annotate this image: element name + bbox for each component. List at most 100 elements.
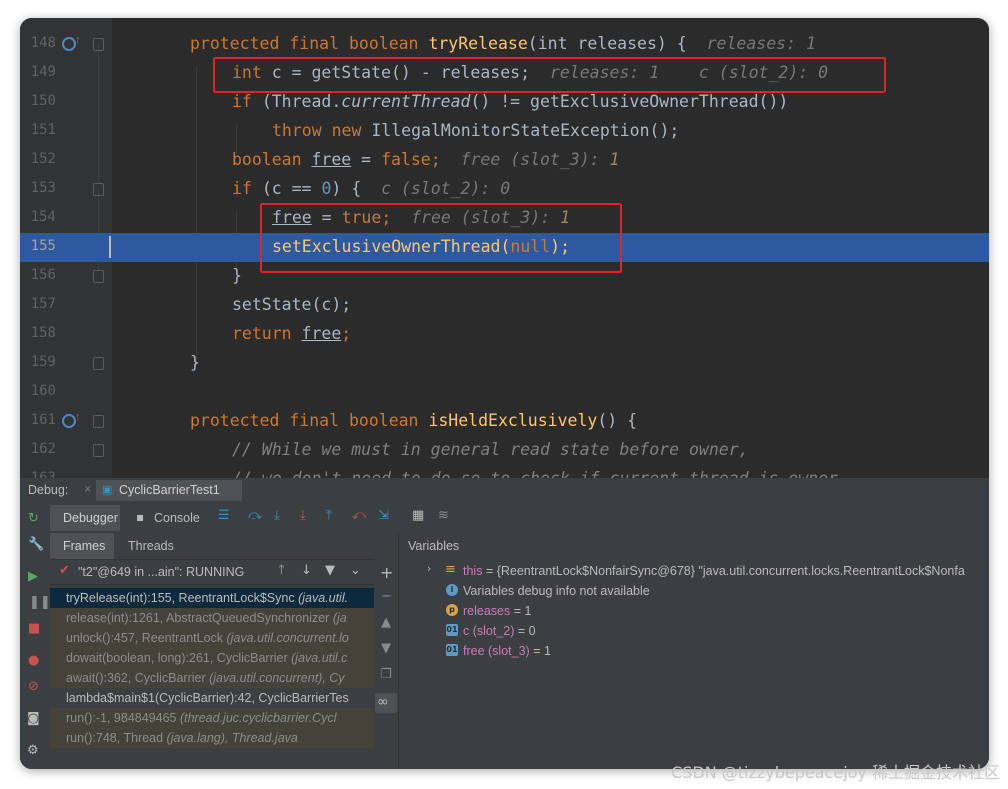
tab-debugger[interactable]: Debugger bbox=[63, 511, 118, 525]
parameter-icon: p bbox=[446, 604, 458, 616]
inline-value-hint: c (slot_2): 0 bbox=[381, 179, 511, 198]
code-line-152[interactable]: 152 boolean free = false; free (slot_3):… bbox=[20, 146, 989, 175]
frame-row[interactable]: run():-1, 984849465 (thread.juc.cyclicba… bbox=[50, 708, 374, 728]
variable-row[interactable]: p releases = 1 bbox=[399, 601, 989, 621]
line-number: 161 bbox=[30, 412, 56, 428]
frame-row[interactable]: run():748, Thread (java.lang), Thread.ja… bbox=[50, 728, 374, 748]
mute-breakpoints-icon[interactable]: ⊘ bbox=[28, 679, 39, 694]
inline-value-hint: free (slot_3): bbox=[460, 150, 610, 169]
variable-row[interactable]: › ≡ this = {ReentrantLock$NonfairSync@67… bbox=[399, 561, 989, 581]
local-variable-icon: 01 bbox=[446, 644, 458, 656]
debug-session-tab[interactable]: CyclicBarrierTest1 bbox=[119, 483, 220, 497]
arrow-up-icon: ↑ bbox=[75, 34, 81, 46]
arrow-up-icon[interactable]: ↑ bbox=[276, 563, 287, 578]
resume-icon[interactable]: ▶ bbox=[28, 569, 38, 584]
debug-side-toolbar: ↻ 🔧 ▶ ❚❚ ■ ● ⊘ ◙ ⚙ bbox=[20, 503, 51, 769]
line-number: 159 bbox=[30, 354, 56, 370]
variable-row[interactable]: 01 c (slot_2) = 0 bbox=[399, 621, 989, 641]
line-number: 156 bbox=[30, 267, 56, 283]
frame-row[interactable]: unlock():457, ReentrantLock (java.util.c… bbox=[50, 628, 374, 648]
step-over-icon[interactable]: ⤼ bbox=[248, 508, 262, 523]
fold-icon[interactable] bbox=[93, 357, 104, 370]
fold-icon[interactable] bbox=[93, 444, 104, 457]
code-line-148[interactable]: 148 ↑ protected final boolean tryRelease… bbox=[20, 30, 989, 59]
force-step-into-icon[interactable]: ⤓ bbox=[300, 508, 306, 523]
code-line-159[interactable]: 159 } bbox=[20, 349, 989, 378]
line-number: 163 bbox=[30, 470, 56, 478]
close-icon[interactable]: × bbox=[84, 482, 91, 496]
code-line-151[interactable]: 151 throw new IllegalMonitorStateExcepti… bbox=[20, 117, 989, 146]
line-number: 162 bbox=[30, 441, 56, 457]
drop-frame-icon[interactable]: ⤺ bbox=[352, 508, 366, 523]
code-line-163[interactable]: 163 // we don't need to do so to check i… bbox=[20, 465, 989, 478]
add-watch-icon[interactable]: + bbox=[380, 563, 393, 582]
code-line-153[interactable]: 153 if (c == 0) { c (slot_2): 0 bbox=[20, 175, 989, 204]
step-out-icon[interactable]: ⤒ bbox=[326, 508, 332, 523]
fold-icon[interactable] bbox=[93, 183, 104, 196]
code-line-162[interactable]: 162 // While we must in general read sta… bbox=[20, 436, 989, 465]
arrow-down-icon[interactable]: ↓ bbox=[301, 563, 312, 578]
highlight-box-line-149 bbox=[213, 57, 886, 93]
chevron-down-icon[interactable]: ⌄ bbox=[350, 563, 361, 578]
variables-title: Variables bbox=[408, 539, 460, 553]
pause-icon[interactable]: ❚❚ bbox=[29, 595, 51, 610]
line-number: 158 bbox=[30, 325, 56, 341]
line-number: 157 bbox=[30, 296, 56, 312]
frame-row[interactable]: await():362, CyclicBarrier (java.util.co… bbox=[50, 668, 374, 688]
view-breakpoints-icon[interactable]: ● bbox=[28, 653, 39, 668]
override-icon[interactable] bbox=[62, 414, 76, 428]
run-to-cursor-icon[interactable]: ⇲ bbox=[378, 508, 389, 523]
arrow-up-icon: ↑ bbox=[75, 411, 81, 423]
fold-icon[interactable] bbox=[93, 38, 104, 51]
fold-icon[interactable] bbox=[93, 270, 104, 283]
line-number: 154 bbox=[30, 209, 56, 225]
variables-panel: Variables › ≡ this = {ReentrantLock$Nonf… bbox=[399, 533, 989, 769]
step-into-icon[interactable]: ⤓ bbox=[274, 508, 280, 523]
chevron-right-icon[interactable]: › bbox=[427, 562, 431, 575]
tab-console[interactable]: Console bbox=[154, 511, 200, 525]
wrench-icon[interactable]: 🔧 bbox=[28, 537, 44, 552]
code-line-158[interactable]: 158 return free; bbox=[20, 320, 989, 349]
frame-row[interactable]: release(int):1261, AbstractQueuedSynchro… bbox=[50, 608, 374, 628]
rerun-icon[interactable]: ↻ bbox=[28, 511, 39, 526]
move-up-icon[interactable]: ▲ bbox=[381, 615, 391, 630]
copy-icon[interactable]: ❐ bbox=[380, 667, 392, 682]
evaluate-expression-icon[interactable]: ▦ bbox=[412, 508, 424, 523]
layout-menu-icon[interactable]: ☰ bbox=[218, 508, 230, 523]
variables-toolbar: + − ▲ ▼ ❐ ∞ bbox=[374, 533, 399, 769]
code-line-160[interactable]: 160 bbox=[20, 378, 989, 407]
thread-selector[interactable]: ✔ "t2"@649 in ...ain": RUNNING ↑ ↓ ▼ ⌄ bbox=[50, 560, 374, 585]
tab-frames[interactable]: Frames bbox=[63, 539, 105, 553]
line-number: 151 bbox=[30, 122, 56, 138]
watermark: CSDN @tizzybepeacejoy 稀土掘金技术社区 bbox=[671, 763, 1000, 782]
code-line-161[interactable]: 161 ↑ protected final boolean isHeldExcl… bbox=[20, 407, 989, 436]
fold-icon[interactable] bbox=[93, 415, 104, 428]
stop-icon[interactable]: ■ bbox=[28, 621, 40, 636]
variable-row[interactable]: 01 free (slot_3) = 1 bbox=[399, 641, 989, 661]
debug-title-bar: Debug: × ▣ CyclicBarrierTest1 bbox=[20, 478, 989, 504]
ide-window: 148 ↑ protected final boolean tryRelease… bbox=[20, 18, 989, 769]
run-config-icon: ▣ bbox=[102, 483, 113, 496]
tab-threads[interactable]: Threads bbox=[128, 539, 174, 553]
frame-row[interactable]: lambda$main$1(CyclicBarrier):42, CyclicB… bbox=[50, 688, 374, 708]
settings-icon[interactable]: ⚙ bbox=[27, 743, 39, 758]
remove-watch-icon[interactable]: − bbox=[381, 589, 392, 604]
show-watches-icon[interactable]: ∞ bbox=[377, 694, 389, 710]
override-icon[interactable] bbox=[62, 37, 76, 51]
info-icon: i bbox=[446, 584, 458, 596]
line-number: 153 bbox=[30, 180, 56, 196]
camera-icon[interactable]: ◙ bbox=[27, 711, 40, 726]
variable-row[interactable]: i Variables debug info not available bbox=[399, 581, 989, 601]
code-editor[interactable]: 148 ↑ protected final boolean tryRelease… bbox=[20, 18, 989, 478]
filter-icon[interactable]: ▼ bbox=[325, 563, 335, 578]
trace-icon[interactable]: ≋ bbox=[438, 508, 449, 523]
console-icon: ▪ bbox=[136, 510, 145, 524]
frame-row[interactable]: dowait(boolean, long):261, CyclicBarrier… bbox=[50, 648, 374, 668]
local-variable-icon: 01 bbox=[446, 624, 458, 636]
inline-value-hint: releases: 1 bbox=[706, 34, 816, 53]
move-down-icon[interactable]: ▼ bbox=[381, 641, 391, 656]
frame-row[interactable]: tryRelease(int):155, ReentrantLock$Sync … bbox=[50, 588, 374, 608]
line-number: 155 bbox=[30, 238, 56, 254]
code-line-157[interactable]: 157 setState(c); bbox=[20, 291, 989, 320]
highlight-box-lines-154-155 bbox=[260, 203, 622, 273]
